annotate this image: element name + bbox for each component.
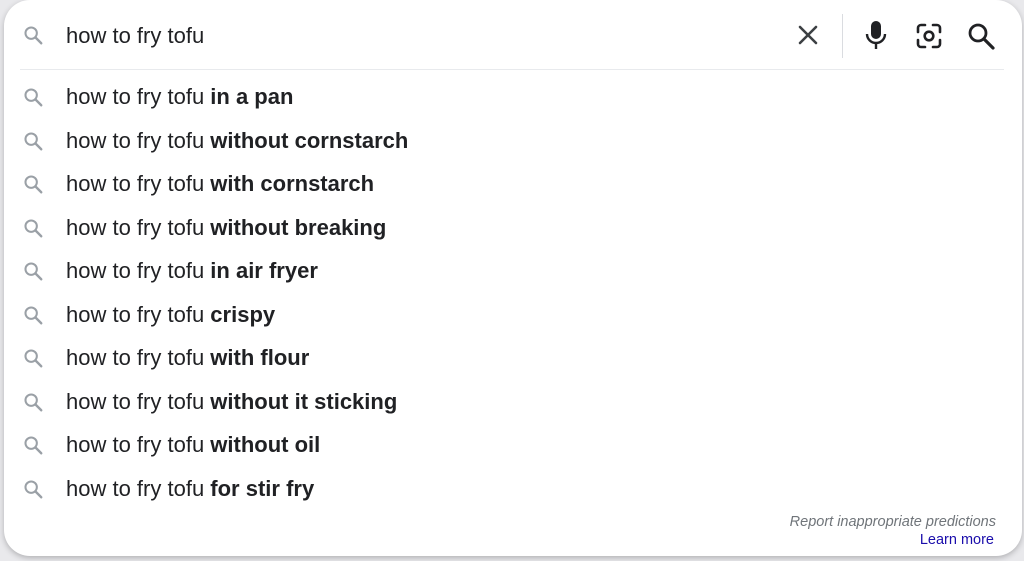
suggestion-text: how to fry tofu crispy [66, 300, 275, 330]
suggestion-completion: without it sticking [210, 388, 398, 414]
suggestion-prefix: how to fry tofu [66, 214, 211, 240]
suggestion-text: how to fry tofu without oil [66, 430, 320, 460]
suggestion-prefix: how to fry tofu [66, 171, 211, 196]
suggestion-item[interactable]: how to fry tofu with flour [4, 337, 1022, 381]
suggestion-prefix: how to fry tofu [66, 301, 211, 327]
suggestion-text: how to fry tofu with flour [66, 343, 309, 373]
suggestion-completion: without cornstarch [210, 127, 409, 153]
suggestion-text: how to fry tofu without it sticking [66, 387, 397, 417]
suggestion-item[interactable]: how to fry tofu without oil [4, 424, 1022, 468]
suggestion-text: how to fry tofu with cornstarch [66, 169, 374, 199]
suggestion-item[interactable]: how to fry tofu without breaking [4, 207, 1022, 251]
search-icon [22, 130, 44, 152]
suggestion-text: how to fry tofu in a pan [66, 82, 293, 112]
suggestion-prefix: how to fry tofu [66, 475, 211, 501]
search-icon [22, 24, 44, 46]
search-icon [22, 478, 44, 500]
suggestion-prefix: how to fry tofu [66, 258, 211, 283]
suggestion-prefix: how to fry tofu [66, 345, 211, 370]
suggestion-list: how to fry tofu in a pan how to fry tofu… [4, 76, 1022, 511]
search-icon [22, 434, 44, 456]
suggestion-completion: without oil [210, 432, 321, 457]
suggestion-completion: with cornstarch [210, 171, 375, 196]
suggestion-prefix: how to fry tofu [66, 432, 211, 457]
suggestion-text: how to fry tofu without breaking [66, 213, 386, 243]
search-icon [22, 260, 44, 282]
suggestion-text: how to fry tofu for stir fry [66, 474, 314, 504]
search-icon [22, 391, 44, 413]
search-bar[interactable]: how to fry tofu [4, 0, 1022, 70]
search-submit-icon[interactable] [966, 21, 996, 51]
search-icon [22, 347, 44, 369]
suggestion-completion: for stir fry [210, 475, 315, 501]
suggestion-prefix: how to fry tofu [66, 388, 211, 414]
suggestion-completion: in a pan [210, 84, 294, 109]
suggestion-prefix: how to fry tofu [66, 84, 211, 109]
search-bar-separator [20, 69, 1004, 70]
suggestion-text: how to fry tofu in air fryer [66, 256, 318, 286]
suggestion-completion: with flour [210, 345, 310, 370]
suggestion-item[interactable]: how to fry tofu for stir fry [4, 468, 1022, 512]
search-icon [22, 304, 44, 326]
search-icon [22, 173, 44, 195]
suggestion-completion: without breaking [210, 214, 387, 240]
search-autocomplete-panel: how to fry tofu how to fry tofu in a pan… [4, 0, 1022, 556]
camera-lens-icon[interactable] [914, 21, 944, 51]
suggestion-item[interactable]: how to fry tofu with cornstarch [4, 163, 1022, 207]
search-bar-divider [842, 14, 843, 58]
search-icon [22, 86, 44, 108]
suggestion-completion: in air fryer [210, 258, 318, 283]
search-input[interactable]: how to fry tofu [66, 20, 204, 52]
suggestion-completion: crispy [210, 301, 276, 327]
search-icon [22, 217, 44, 239]
suggestion-item[interactable]: how to fry tofu in a pan [4, 76, 1022, 120]
suggestion-item[interactable]: how to fry tofu in air fryer [4, 250, 1022, 294]
report-predictions-link[interactable]: Report inappropriate predictions [790, 514, 996, 530]
suggestion-prefix: how to fry tofu [66, 127, 211, 153]
suggestion-text: how to fry tofu without cornstarch [66, 126, 408, 156]
suggestion-item[interactable]: how to fry tofu without cornstarch [4, 120, 1022, 164]
microphone-icon[interactable] [862, 19, 890, 51]
learn-more-link[interactable]: Learn more [920, 532, 994, 548]
close-icon[interactable] [794, 21, 822, 49]
page-backdrop: how to fry tofu how to fry tofu in a pan… [0, 0, 1024, 561]
suggestion-item[interactable]: how to fry tofu without it sticking [4, 381, 1022, 425]
suggestion-item[interactable]: how to fry tofu crispy [4, 294, 1022, 338]
